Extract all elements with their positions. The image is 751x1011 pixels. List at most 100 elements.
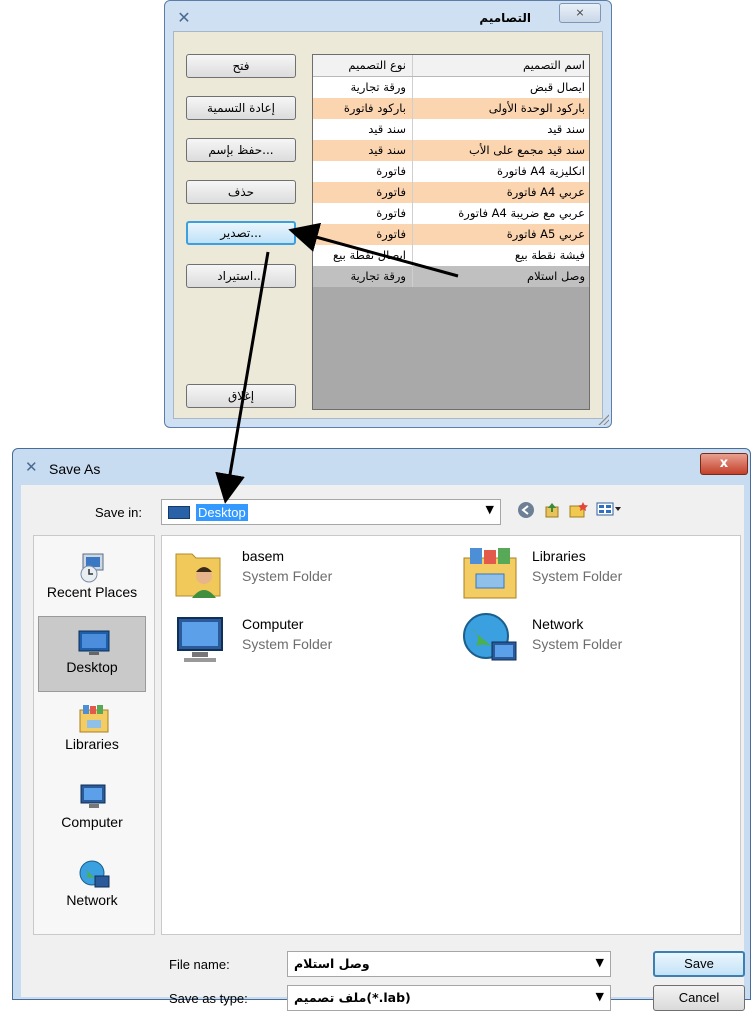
desktop-icon (168, 506, 190, 519)
up-folder-icon[interactable] (541, 501, 563, 523)
table-row[interactable]: سند قيد سند قيد مجمع على الأب (313, 140, 589, 161)
cell-name: فاتورة A4 عربي مع ضريبة (458, 206, 585, 220)
save-in-value: Desktop (196, 504, 248, 521)
save-as-title: Save As (49, 461, 101, 477)
network-icon (77, 858, 110, 888)
recent-places-icon (77, 550, 107, 583)
column-header-type[interactable]: نوع التصميم (313, 55, 413, 76)
table-header: نوع التصميم اسم التصميم (313, 55, 589, 77)
cell-type: ورقة تجارية (313, 266, 413, 287)
list-item[interactable]: Network System Folder (460, 610, 720, 670)
table-row[interactable]: ايصال نقطة بيع فيشة نقطة بيع (313, 245, 589, 266)
table-row[interactable]: فاتورة فاتورة A4 عربي (313, 182, 589, 203)
cell-name: فاتورة A5 عربي (506, 227, 585, 241)
libraries-icon (460, 542, 520, 602)
designs-dialog-client: فتح إعادة التسمية حفظ بإسم... حذف تصدير.… (173, 31, 603, 419)
view-menu-icon[interactable] (595, 501, 623, 523)
cell-type: فاتورة (313, 203, 413, 224)
places-bar: Recent Places Desktop Libraries Computer (33, 535, 155, 935)
cell-name: باركود الوحدة الأولى (488, 101, 585, 115)
open-button[interactable]: فتح (186, 54, 296, 78)
save-as-dialog: ✕ Save As x Save in: Desktop ▼ Recent Pl… (12, 448, 751, 1011)
table-row[interactable]: ورقة تجارية ايصال قبض (313, 77, 589, 98)
designs-dialog-title: التصاميم (479, 11, 531, 25)
cell-type: فاتورة (313, 224, 413, 245)
cell-name: فاتورة A4 انكليزية (497, 164, 585, 178)
place-label: Computer (61, 814, 123, 830)
cell-name: سند قيد مجمع على الأب (469, 143, 585, 157)
place-computer[interactable]: Computer (38, 772, 146, 848)
table-row[interactable]: فاتورة فاتورة A5 عربي (313, 224, 589, 245)
save-button[interactable]: Save (653, 951, 745, 977)
app-icon: ✕ (177, 8, 191, 27)
table-row[interactable]: سند قيد سند قيد (313, 119, 589, 140)
network-icon (460, 610, 520, 670)
place-label: Desktop (66, 659, 118, 675)
place-libraries[interactable]: Libraries (38, 694, 146, 770)
chevron-down-icon: ▼ (485, 503, 494, 516)
designs-table: نوع التصميم اسم التصميم ورقة تجارية ايصال… (312, 54, 590, 410)
item-type: System Folder (242, 636, 333, 652)
place-desktop[interactable]: Desktop (38, 616, 146, 692)
back-icon[interactable] (515, 501, 537, 523)
table-row-selected[interactable]: ورقة تجارية وصل استلام (313, 266, 589, 287)
place-network[interactable]: Network (38, 850, 146, 926)
computer-icon (77, 780, 107, 810)
file-list: basem System Folder Libraries System Fol… (161, 535, 741, 935)
save-as-client: Save in: Desktop ▼ Recent Places Desktop… (21, 485, 745, 1011)
place-label: Libraries (65, 736, 119, 752)
chevron-down-icon: ▼ (595, 956, 604, 969)
save-as-type-value: ملف تصميم(*.lab) (294, 990, 411, 1005)
item-type: System Folder (532, 636, 623, 652)
computer-icon (170, 610, 230, 670)
table-row[interactable]: فاتورة فاتورة A4 انكليزية (313, 161, 589, 182)
export-button[interactable]: تصدير... (186, 221, 296, 245)
save-as-type-select[interactable]: ملف تصميم(*.lab) ▼ (287, 985, 611, 1011)
cell-type: فاتورة (313, 161, 413, 182)
list-item[interactable]: basem System Folder (170, 542, 430, 602)
table-row[interactable]: فاتورة فاتورة A4 عربي مع ضريبة (313, 203, 589, 224)
save-in-combo[interactable]: Desktop ▼ (161, 499, 501, 525)
close-icon[interactable]: ⨯ (559, 3, 601, 23)
resize-grip[interactable] (597, 413, 609, 425)
cell-type: فاتورة (313, 182, 413, 203)
cell-name: ايصال قبض (530, 80, 585, 94)
table-row[interactable]: باركود فاتورة باركود الوحدة الأولى (313, 98, 589, 119)
cell-type: ورقة تجارية (313, 77, 413, 98)
import-button[interactable]: استيراد... (186, 264, 296, 288)
file-name-field[interactable]: وصل استلام ▼ (287, 951, 611, 977)
close-button[interactable]: إغلاق (186, 384, 296, 408)
item-name: Network (532, 616, 584, 632)
rename-button[interactable]: إعادة التسمية (186, 96, 296, 120)
cell-type: باركود فاتورة (313, 98, 413, 119)
save-as-design-button[interactable]: حفظ بإسم... (186, 138, 296, 162)
cell-type: سند قيد (313, 140, 413, 161)
delete-button[interactable]: حذف (186, 180, 296, 204)
file-name-label: File name: (169, 957, 230, 972)
cell-type: ايصال نقطة بيع (313, 245, 413, 266)
designs-dialog: ✕ التصاميم ⨯ فتح إعادة التسمية حفظ بإسم.… (164, 0, 612, 428)
cancel-button[interactable]: Cancel (653, 985, 745, 1011)
new-folder-icon[interactable] (567, 501, 589, 523)
user-folder-icon (170, 542, 230, 602)
cell-name: فاتورة A4 عربي (506, 185, 585, 199)
item-type: System Folder (242, 568, 333, 584)
item-type: System Folder (532, 568, 623, 584)
close-icon[interactable]: x (700, 453, 748, 475)
cell-name: سند قيد (547, 122, 585, 136)
column-header-name[interactable]: اسم التصميم (413, 55, 589, 76)
libraries-icon (77, 702, 109, 733)
list-item[interactable]: Libraries System Folder (460, 542, 720, 602)
item-name: Computer (242, 616, 304, 632)
item-name: basem (242, 548, 285, 564)
app-icon: ✕ (25, 458, 38, 476)
chevron-down-icon: ▼ (595, 990, 604, 1003)
cell-name: وصل استلام (527, 269, 585, 283)
save-in-label: Save in: (95, 505, 142, 520)
cell-name: فيشة نقطة بيع (514, 248, 585, 262)
desktop-icon (77, 625, 110, 655)
place-label: Recent Places (46, 584, 138, 600)
place-recent-places[interactable]: Recent Places (38, 542, 146, 618)
list-item[interactable]: Computer System Folder (170, 610, 430, 670)
cell-type: سند قيد (313, 119, 413, 140)
